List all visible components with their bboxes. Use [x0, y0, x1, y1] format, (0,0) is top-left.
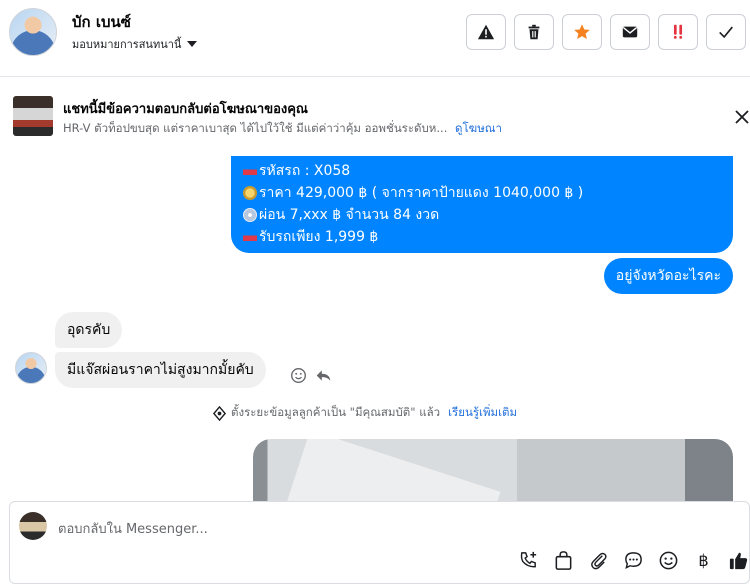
trash-icon	[528, 24, 540, 40]
mark-unread-button[interactable]	[610, 14, 650, 50]
baht-icon[interactable]: ฿	[693, 550, 714, 571]
detail-line: รับรถเพียง 1,999 ฿	[243, 226, 721, 248]
car-emoji-icon	[243, 164, 257, 178]
emoji-icon[interactable]	[658, 550, 679, 571]
reply-composer: ตอบกลับใน Messenger... ฿	[9, 501, 750, 584]
contact-name[interactable]: บัก เบนซ์	[72, 10, 131, 34]
detail-text: ผ่อน 7,xxx ฿ จำนวน 84 งวด	[259, 207, 440, 223]
contact-avatar[interactable]	[9, 8, 57, 56]
sent-message-details[interactable]: รหัสรถ : X058 ราคา 429,000 ฿ ( จากราคาป้…	[231, 156, 733, 253]
contact-avatar-small[interactable]	[15, 352, 47, 384]
detail-line: ผ่อน 7,xxx ฿ จำนวน 84 งวด	[243, 204, 721, 226]
header-actions	[466, 14, 746, 50]
phone-plus-icon[interactable]	[518, 550, 539, 571]
speech-bubble-icon[interactable]	[623, 550, 644, 571]
paperclip-icon[interactable]	[588, 550, 609, 571]
received-message[interactable]: อุดรคับ	[55, 312, 123, 348]
follow-up-button[interactable]	[658, 14, 698, 50]
composer-tools: ฿	[518, 550, 749, 571]
page-avatar	[19, 512, 47, 540]
reply-icon[interactable]	[315, 367, 332, 384]
thumbs-up-icon[interactable]	[728, 550, 749, 571]
envelope-icon	[622, 26, 638, 38]
detail-line: ราคา 429,000 ฿ ( จากราคาป้ายแดง 1040,000…	[243, 182, 721, 204]
ad-thumbnail[interactable]	[13, 96, 53, 136]
sparkle-icon	[212, 405, 227, 421]
received-message[interactable]: มีแจ๊สผ่อนราคาไม่สูงมากมั้ยคับ	[55, 352, 266, 388]
message-actions	[290, 367, 332, 384]
detail-text: รหัสรถ : X058	[259, 163, 351, 179]
reply-input[interactable]: ตอบกลับใน Messenger...	[58, 518, 208, 539]
view-ad-link[interactable]: ดูโฆษณา	[455, 121, 502, 135]
system-notice: ตั้งระยะข้อมูลลูกค้าเป็น "มีคุณสมบัติ" แ…	[212, 404, 517, 422]
conversation-header: บัก เบนซ์ มอบหมายการสนทนานี้	[0, 0, 750, 77]
star-icon	[574, 24, 590, 40]
close-icon[interactable]	[734, 109, 750, 125]
checkmark-icon	[719, 26, 733, 39]
ad-banner-subtitle: HR-V ตัวท็อปขบสุด แต่ราคาเบาสุด ได้ไปใว้…	[63, 120, 502, 138]
detail-text: รับรถเพียง 1,999 ฿	[259, 229, 379, 245]
image-attachment[interactable]	[253, 439, 733, 501]
car-emoji-icon	[243, 230, 257, 244]
system-notice-text: ตั้งระยะข้อมูลลูกค้าเป็น "มีคุณสมบัติ" แ…	[231, 405, 441, 419]
detail-text: ราคา 429,000 ฿ ( จากราคาป้ายแดง 1040,000…	[259, 185, 584, 201]
delete-button[interactable]	[514, 14, 554, 50]
ad-reply-banner: แชทนี้มีข้อความตอบกลับต่อโฆษณาของคุณ HR-…	[0, 78, 750, 156]
shopping-bag-icon[interactable]	[553, 550, 574, 571]
alert-triangle-icon	[477, 24, 495, 40]
star-button[interactable]	[562, 14, 602, 50]
ad-banner-title: แชทนี้มีข้อความตอบกลับต่อโฆษณาของคุณ	[63, 102, 308, 117]
ad-description: HR-V ตัวท็อปขบสุด แต่ราคาเบาสุด ได้ไปใว้…	[63, 121, 448, 135]
double-exclamation-icon	[673, 24, 683, 39]
detail-line: รหัสรถ : X058	[243, 160, 721, 182]
caret-down-icon	[187, 41, 198, 47]
assign-conversation-dropdown[interactable]: มอบหมายการสนทนานี้	[72, 35, 198, 53]
report-button[interactable]	[466, 14, 506, 50]
coin-emoji-icon	[243, 186, 257, 200]
learn-more-link[interactable]: เรียนรู้เพิ่มเติม	[448, 404, 517, 422]
disc-emoji-icon	[243, 208, 257, 222]
message-thread[interactable]: รหัสรถ : X058 ราคา 429,000 ฿ ( จากราคาป้…	[0, 156, 750, 501]
svg-text:฿: ฿	[698, 551, 708, 570]
done-button[interactable]	[706, 14, 746, 50]
assign-label: มอบหมายการสนทนานี้	[72, 38, 182, 51]
sent-message[interactable]: อยู่จังหวัดอะไรคะ	[603, 258, 733, 294]
emoji-react-icon[interactable]	[290, 367, 307, 384]
